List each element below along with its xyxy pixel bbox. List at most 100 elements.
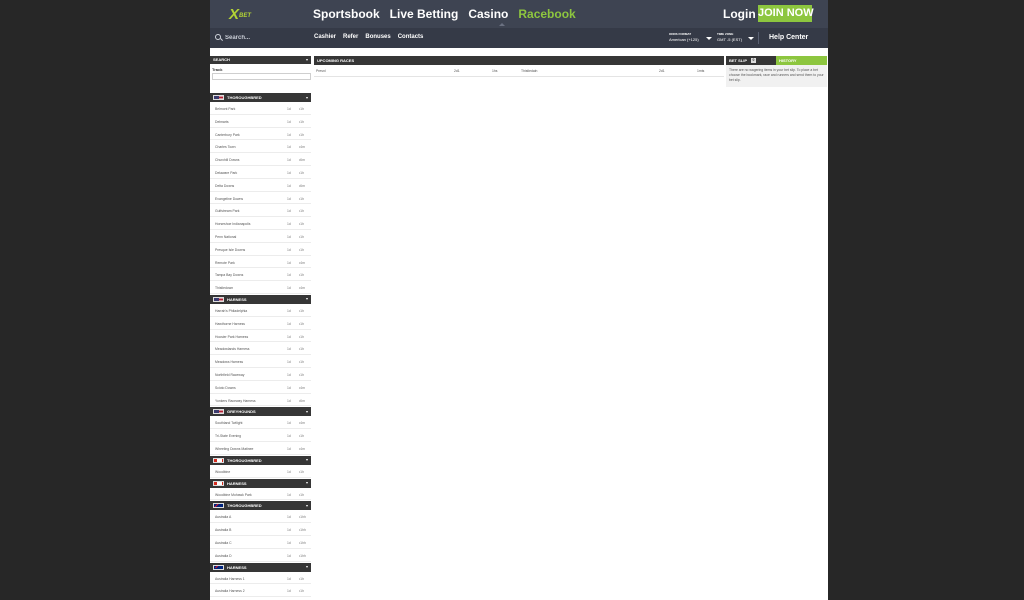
category-header[interactable]: HARNESS	[210, 478, 311, 488]
list-item[interactable]: Meadows Harness 1d •1h	[210, 355, 311, 368]
list-item[interactable]: Horseshoe Indianapolis 1d •1h	[210, 217, 311, 230]
search-icon	[215, 34, 221, 40]
race-time: 1mts	[697, 69, 705, 73]
list-item[interactable]: Canterbury Park 1d •1h	[210, 128, 311, 141]
track-meta: •4m	[299, 145, 305, 150]
list-item[interactable]: Australia B 1d •1hh	[210, 523, 311, 536]
table-row[interactable]: Presnl 2d1 1hs Thistledaln 2d1 1mts	[314, 65, 724, 77]
track-meta: •1h	[299, 469, 304, 474]
nav-live-betting[interactable]: Live Betting	[390, 7, 459, 21]
chevron-down-icon[interactable]	[748, 37, 754, 40]
track-meta: 1d	[287, 196, 291, 201]
track-name: Tri-State Evening	[215, 434, 242, 439]
race-track: Presnl	[316, 69, 326, 73]
time-zone-select[interactable]: TIME ZONE GMT -5 (EST)	[717, 32, 742, 42]
list-item[interactable]: Woodbine 1d •1h	[210, 465, 311, 478]
track-meta: •1h	[299, 170, 304, 175]
divider	[758, 32, 759, 44]
category-title: HARNESS	[227, 564, 247, 570]
list-item[interactable]: Delta Downs 1d •6m	[210, 179, 311, 192]
sub-nav-bonuses[interactable]: Bonuses	[365, 34, 390, 40]
track-meta: 1d	[287, 222, 291, 227]
category-header[interactable]: THOROUGHBRED	[210, 455, 311, 465]
search-panel-title: SEARCH	[213, 57, 230, 62]
list-item[interactable]: Charles Town 1d •4m	[210, 140, 311, 154]
track-name: Northfield Raceway	[215, 372, 245, 377]
track-meta: •1h	[299, 107, 304, 111]
list-item[interactable]: Belmont Park 1d •1h	[210, 102, 311, 115]
list-item[interactable]: Remote Park 1d •4m	[210, 256, 311, 269]
category-header[interactable]: GREYHOUNDS	[210, 407, 311, 417]
chevron-down-icon[interactable]	[706, 37, 712, 40]
list-item[interactable]: Evangeline Downs 1d •1h	[210, 192, 311, 205]
list-item[interactable]: Northfield Raceway 1d •1h	[210, 368, 311, 381]
list-item[interactable]: Tri-State Evening 1d •1h	[210, 429, 311, 442]
list-item[interactable]: Australia Harness 1 1d •1h	[210, 572, 311, 585]
search-panel-header[interactable]: SEARCH	[210, 56, 311, 64]
track-meta: •1h	[299, 119, 304, 124]
nav-casino[interactable]: Casino	[468, 7, 508, 21]
list-item[interactable]: Churchill Downs 1d •6m	[210, 153, 311, 166]
list-item[interactable]: Scioto Downs 1d •4m	[210, 381, 311, 394]
track-meta: •1h	[299, 372, 304, 377]
sub-nav-contacts[interactable]: Contacts	[398, 34, 424, 40]
track-meta: 1d	[287, 321, 291, 326]
category-header[interactable]: HARNESS	[210, 294, 311, 304]
race-number: 2d1	[659, 69, 665, 73]
track-name: Wheeling Downs Matinee	[215, 446, 254, 451]
tab-bet-slip[interactable]: BET SLIP 0	[726, 56, 776, 65]
track-name: Southland Twilight	[215, 421, 243, 426]
chevron-down-icon	[306, 410, 308, 413]
list-item[interactable]: Gulfstream Park 1d •1h	[210, 204, 311, 218]
nav-sportsbook[interactable]: Sportsbook	[313, 7, 380, 21]
list-item[interactable]: Penn National 1d •1h	[210, 230, 311, 243]
track-meta: 1d	[287, 286, 291, 291]
category-header[interactable]: HARNESS	[210, 562, 311, 572]
sub-nav-refer[interactable]: Refer	[343, 34, 358, 40]
list-item[interactable]: Tampa Bay Downs 1d •1h	[210, 268, 311, 282]
list-item[interactable]: Australia A 1d •1hh	[210, 510, 311, 524]
login-button[interactable]: Login	[723, 7, 756, 21]
top-navbar: XBET Sportsbook Live Betting Casino Race…	[210, 0, 828, 28]
list-item[interactable]: Woodbine Mohawk Park 1d •1h	[210, 488, 311, 501]
brand-logo[interactable]: XBET	[229, 6, 251, 23]
track-meta: 1d	[287, 540, 291, 545]
search-input[interactable]	[225, 33, 295, 43]
category-title: HARNESS	[227, 296, 247, 302]
track-meta: •1h	[299, 209, 304, 214]
join-now-button[interactable]: JOIN NOW	[758, 5, 814, 22]
list-item[interactable]: Harrah's Philadelphia 1d •1h	[210, 304, 311, 317]
list-item[interactable]: Australia D 1d •1hh	[210, 549, 311, 562]
list-item[interactable]: Yonkers Raceway Harness 1d •6m	[210, 394, 311, 407]
list-item[interactable]: Delaware Park 1d •1h	[210, 166, 311, 179]
odds-format-select[interactable]: ODDS FORMAT American (+125)	[669, 32, 699, 42]
track-meta: 1d	[287, 469, 291, 474]
track-input[interactable]	[212, 73, 311, 80]
track-name: Yonkers Raceway Harness	[215, 398, 256, 403]
tab-history[interactable]: HISTORY	[776, 56, 827, 65]
track-meta: 1d	[287, 145, 291, 150]
category-header[interactable]: THOROUGHBRED	[210, 93, 311, 102]
nav-racebook[interactable]: Racebook	[518, 7, 575, 21]
logo-bet: BET	[239, 12, 252, 19]
list-item[interactable]: Hawthorne Harness 1d •1h	[210, 317, 311, 330]
list-item[interactable]: Delmarts 1d •1h	[210, 115, 311, 128]
help-center-link[interactable]: Help Center	[769, 34, 808, 41]
flag-icon	[213, 296, 224, 302]
category-header[interactable]: THOROUGHBRED	[210, 501, 311, 511]
list-item[interactable]: Australia C 1d •1hh	[210, 536, 311, 549]
list-item[interactable]: Australia Harness 2 1d •1h	[210, 584, 311, 598]
list-item[interactable]: Hoosier Park Harness 1d •1h	[210, 330, 311, 343]
track-name: Penn National	[215, 234, 237, 239]
track-meta: 1d	[287, 158, 291, 163]
track-meta: •4m	[299, 421, 305, 426]
chevron-down-icon	[306, 566, 308, 568]
category-title: THOROUGHBRED	[227, 95, 262, 100]
list-item[interactable]: Thistledown 1d •4m	[210, 281, 311, 294]
sub-nav-cashier[interactable]: Cashier	[314, 34, 336, 40]
list-item[interactable]: Presque Isle Downs 1d •1h	[210, 243, 311, 256]
list-item[interactable]: Wheeling Downs Matinee 1d •4m	[210, 442, 311, 455]
list-item[interactable]: Meadowlands Harness 1d •1h	[210, 342, 311, 356]
chevron-down-icon	[306, 298, 308, 301]
list-item[interactable]: Southland Twilight 1d •4m	[210, 416, 311, 430]
